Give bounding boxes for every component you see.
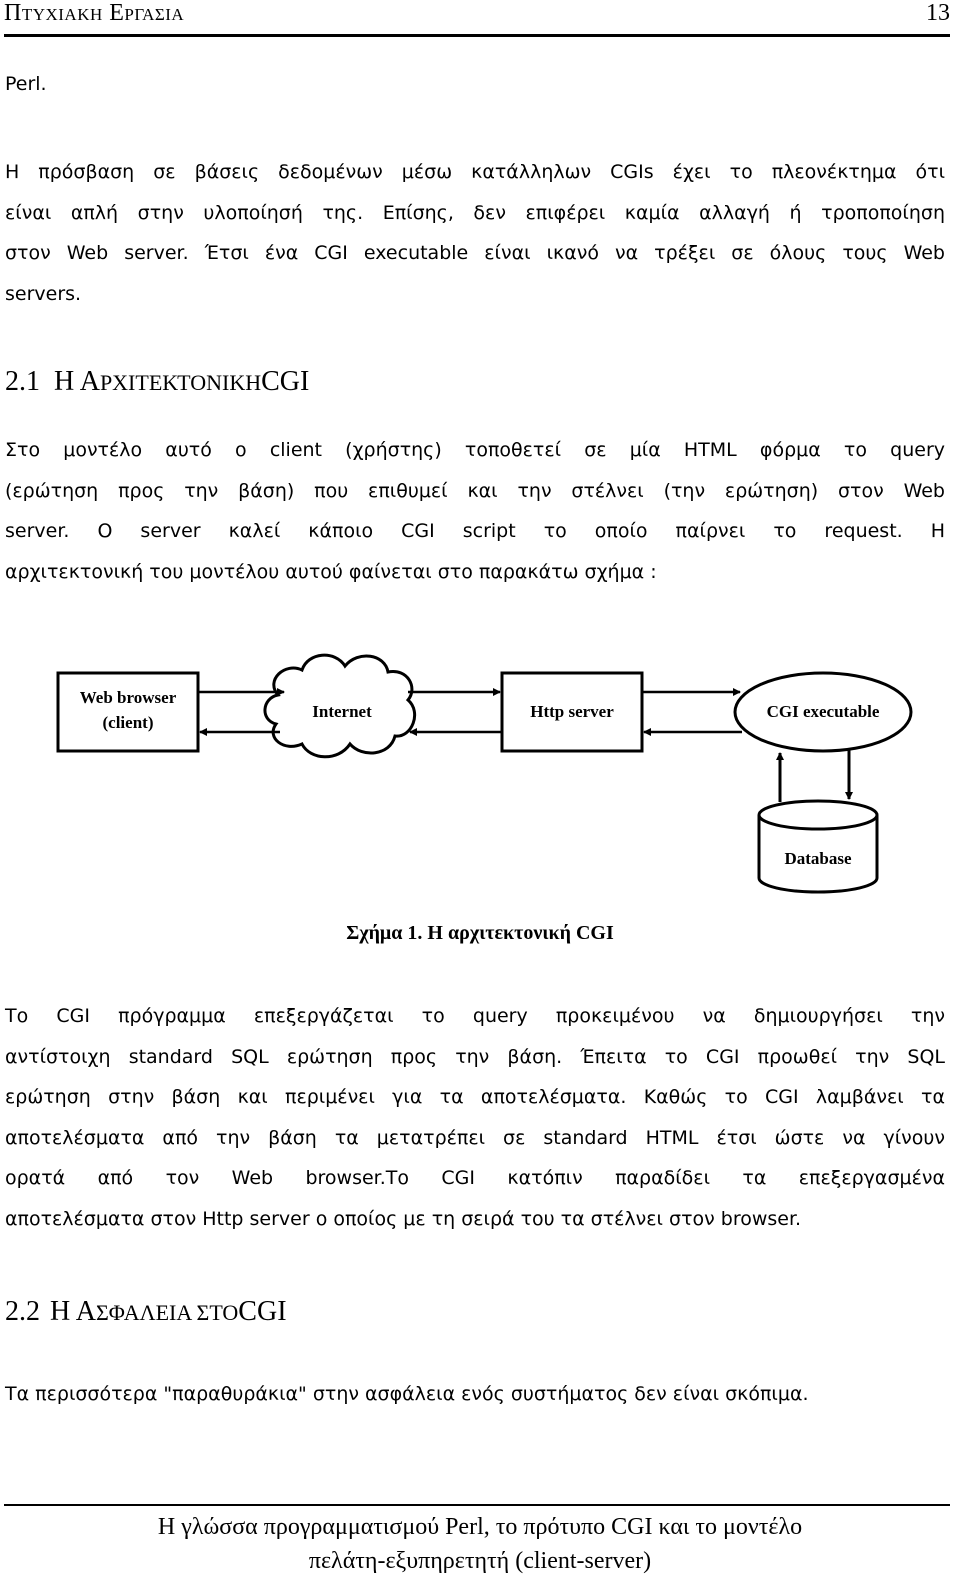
section-title-tail: CGI xyxy=(261,366,310,397)
section-title-cap: Α xyxy=(75,1296,96,1327)
document-page: Πτυχιακη Εργασια 13 Perl. Η πρόσβαση σε … xyxy=(0,0,960,1581)
http-server-label: Http server xyxy=(530,702,614,721)
paragraph-2: Στο μοντέλο αυτό ο client (χρήστης) τοπο… xyxy=(5,430,945,592)
internet-label: Internet xyxy=(312,702,372,721)
text-line: ερώτηση στην βάση και περιμένει για τα α… xyxy=(5,1086,945,1108)
internet-node: Internet xyxy=(263,653,417,759)
header-title: Πτυχιακη Εργασια xyxy=(4,0,185,26)
header-rule xyxy=(4,34,950,37)
page-footer: Η γλώσσα προγραμματισμού Perl, το πρότυπ… xyxy=(0,1510,960,1578)
text-line: αποτελέσματα στον Http server ο οποίος μ… xyxy=(5,1207,802,1230)
http-server-node: Http server xyxy=(500,671,644,753)
figure-caption: Σχήμα 1. Η αρχιτεκτονική CGI xyxy=(346,922,614,944)
footer-rule xyxy=(4,1504,950,1506)
section-title-tail: CGI xyxy=(238,1296,287,1327)
database-label: Database xyxy=(784,849,852,868)
web-browser-box xyxy=(56,671,200,753)
section-title-rest: ΡΧΙΤΕΚΤΟΝΙΚΗ xyxy=(99,370,262,395)
section-title-word: Η xyxy=(50,1296,71,1327)
text-line: αποτελέσματα από την βάση τα μετατρέπει … xyxy=(5,1126,945,1149)
text-line: Τα περισσότερα "παραθυράκια" στην ασφάλε… xyxy=(5,1383,809,1405)
intro-text: Perl. xyxy=(5,64,945,105)
section-number: 2.1 xyxy=(5,366,40,397)
paragraph-4: Τα περισσότερα "παραθυράκια" στην ασφάλε… xyxy=(5,1374,945,1415)
section-number: 2.2 xyxy=(5,1296,40,1327)
database-top xyxy=(757,799,879,831)
text-line: Στο μοντέλο αυτό ο client (χρήστης) τοπο… xyxy=(5,439,945,461)
section-title-cap: Α xyxy=(79,366,100,397)
text-line: στον Web server. Έτσι ένα CGI executable… xyxy=(5,242,945,264)
section-title-word: Η xyxy=(54,366,75,397)
text-line: Perl. xyxy=(5,73,47,95)
text-line: αρχιτεκτονική του μοντέλου αυτού φαίνετα… xyxy=(5,560,657,583)
text-line: (ερώτηση προς την βάση) που επιθυμεί και… xyxy=(5,479,945,502)
cgi-architecture-diagram: Web browser (client) Internet Http serve… xyxy=(40,640,940,910)
text-line: server. Ο server καλεί κάποιο CGI script… xyxy=(5,520,945,542)
paragraph-3: Το CGI πρόγραμμα επεξεργάζεται το query … xyxy=(5,996,945,1239)
section-heading-2-1: 2.1 Η ΑΡΧΙΤΕΚΤΟΝΙΚΗCGI xyxy=(5,366,309,398)
text-line: αντίστοιχη standard SQL ερώτηση προς την… xyxy=(5,1045,945,1068)
web-browser-sublabel: (client) xyxy=(103,713,154,732)
web-browser-label: Web browser xyxy=(80,688,177,707)
database-node: Database xyxy=(757,799,879,894)
paragraph-1: Η πρόσβαση σε βάσεις δεδομένων μέσω κατά… xyxy=(5,152,945,314)
section-heading-2-2: 2.2 Η ΑΣΦΑΛΕΙΑ ΣΤΟCGI xyxy=(5,1296,287,1328)
page-header: Πτυχιακη Εργασια 13 xyxy=(4,0,950,36)
page-number: 13 xyxy=(926,0,950,26)
text-line: ορατά από τον Web browser.Το CGI κατόπιν… xyxy=(5,1167,945,1189)
text-line: Η πρόσβαση σε βάσεις δεδομένων μέσω κατά… xyxy=(5,161,945,183)
cgi-executable-label: CGI executable xyxy=(767,702,880,721)
section-title-rest: ΣΦΑΛΕΙΑ ΣΤΟ xyxy=(95,1300,239,1325)
cgi-executable-node: CGI executable xyxy=(733,671,913,753)
text-line: Το CGI πρόγραμμα επεξεργάζεται το query … xyxy=(5,1005,945,1027)
diagram-canvas: Web browser (client) Internet Http serve… xyxy=(56,653,913,894)
footer-line: Η γλώσσα προγραμματισμού Perl, το πρότυπ… xyxy=(157,1514,803,1540)
footer-line: πελάτη-εξυπηρετητή (client-server) xyxy=(308,1548,652,1574)
web-browser-node: Web browser (client) xyxy=(56,671,200,753)
text-line: servers. xyxy=(5,282,82,305)
text-line: είναι απλή στην υλοποίησή της. Επίσης, δ… xyxy=(5,201,945,224)
